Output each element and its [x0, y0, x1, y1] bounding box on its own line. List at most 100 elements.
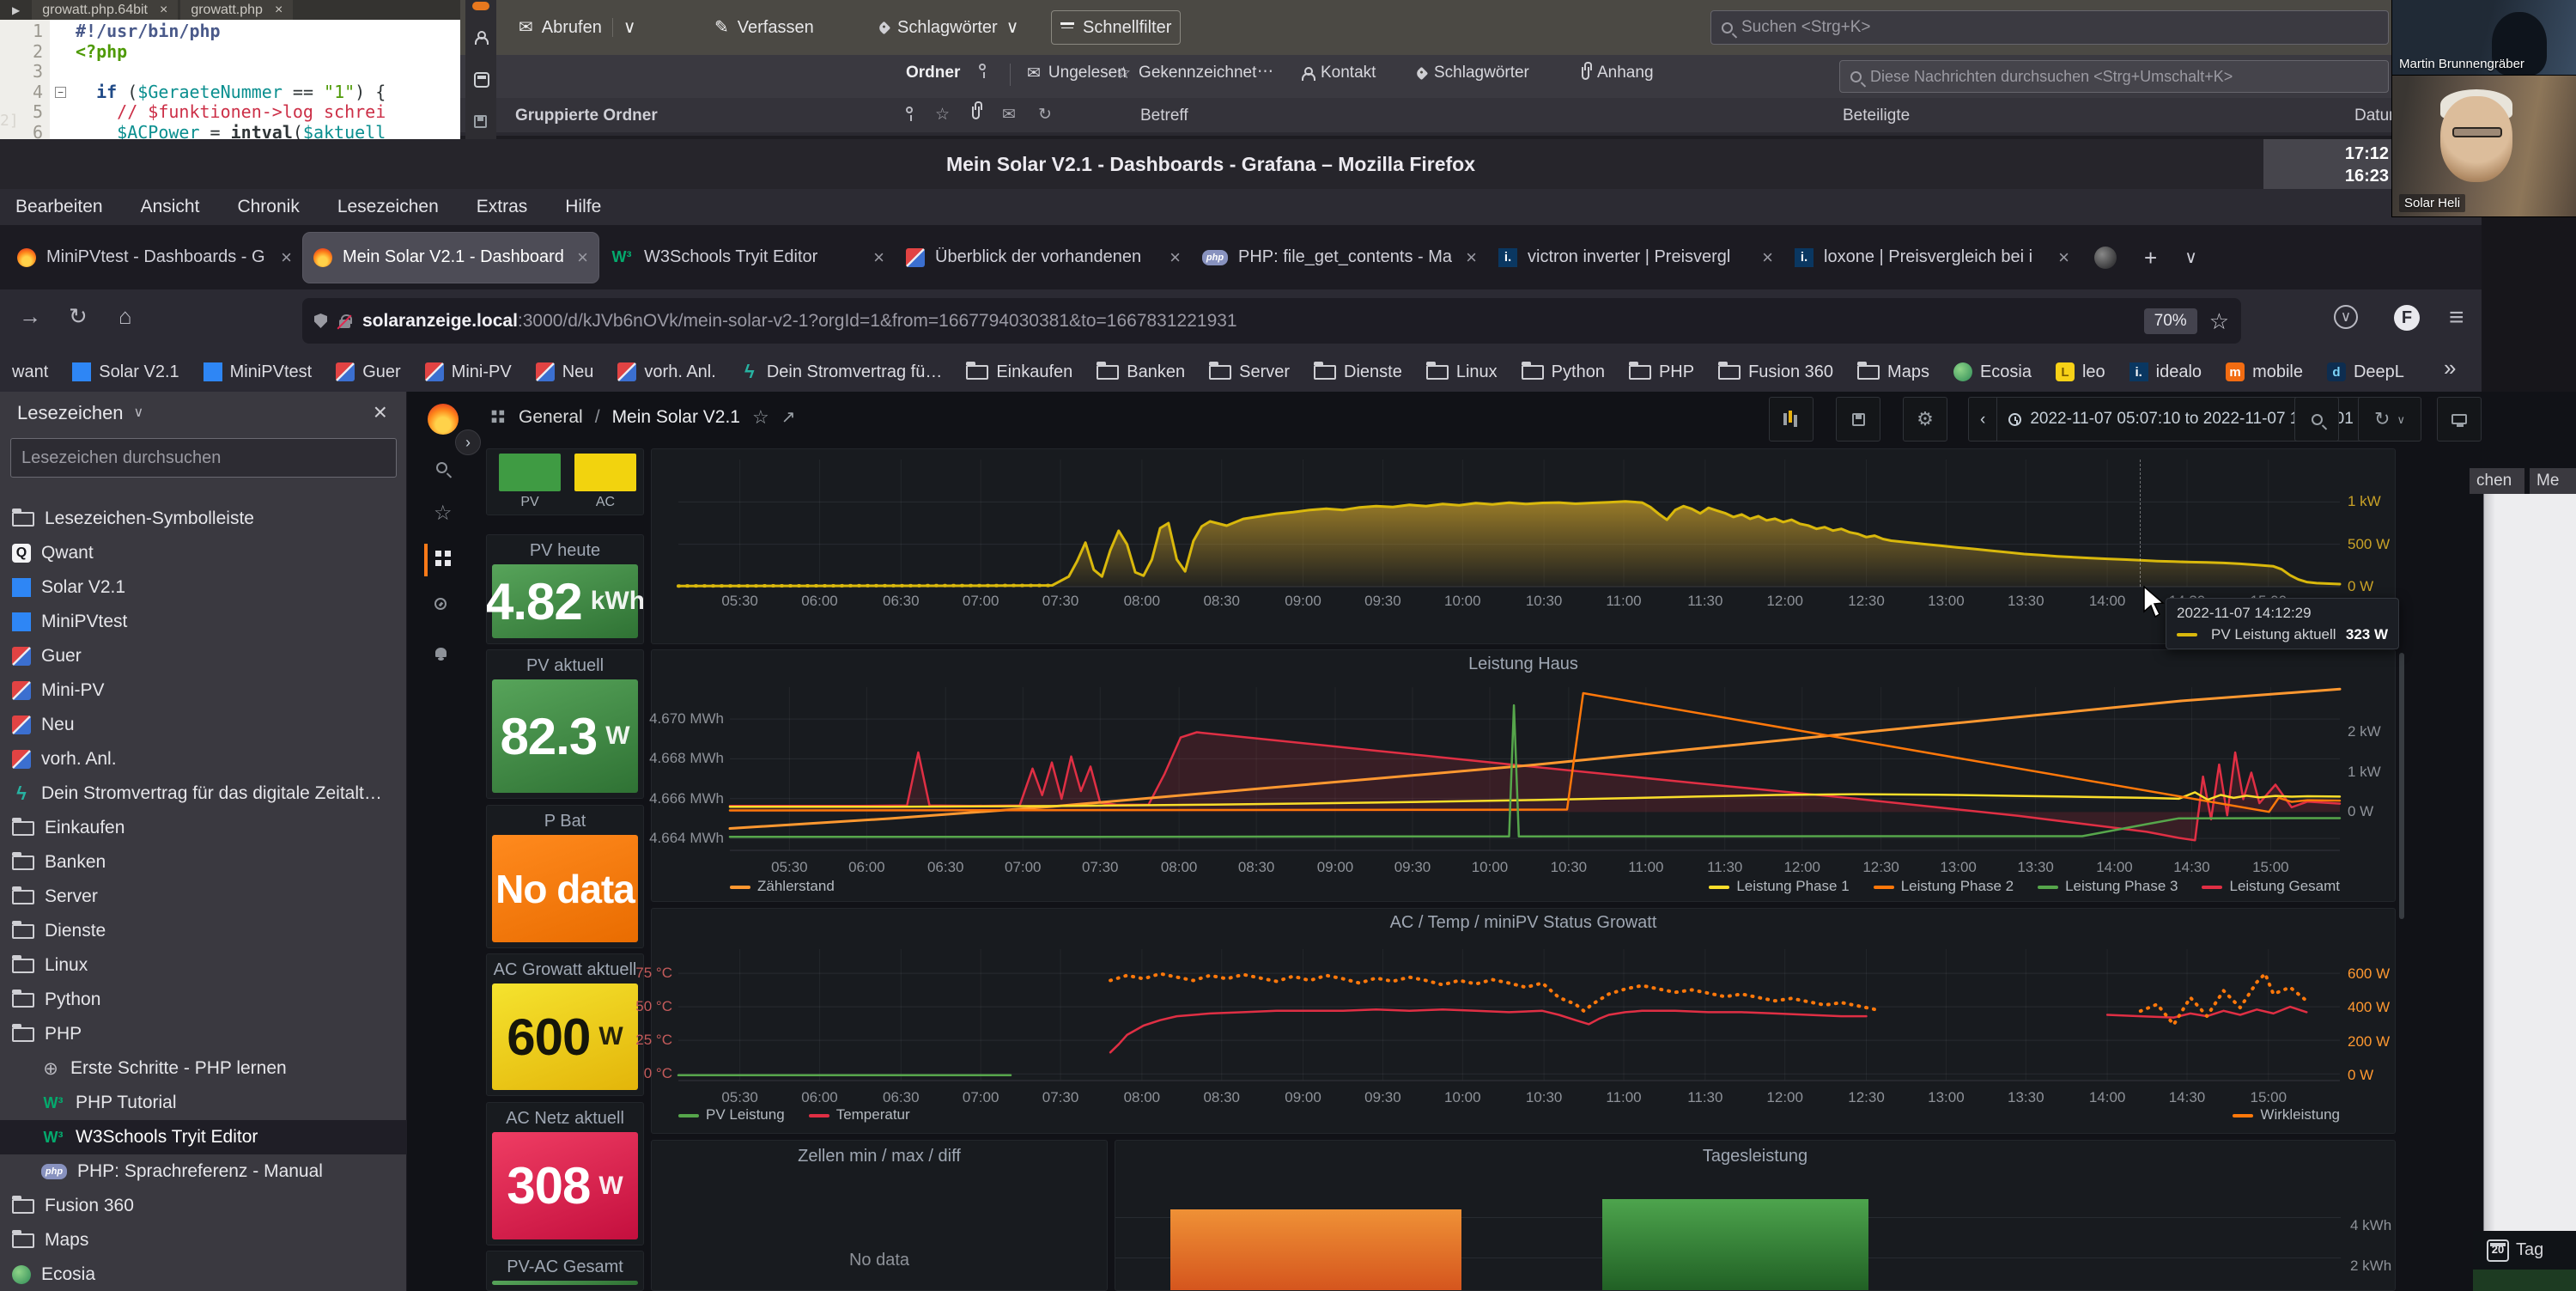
- url-text[interactable]: solaranzeige.local:3000/d/kJVb6nOVk/mein…: [362, 311, 2132, 332]
- reload-button[interactable]: [69, 305, 88, 327]
- save-dashboard-button[interactable]: [1836, 397, 1880, 441]
- add-panel-button[interactable]: [1769, 397, 1814, 441]
- sidebar-item[interactable]: vorh. Anl.: [0, 742, 407, 776]
- column-subject[interactable]: Betreff: [1140, 107, 1188, 125]
- sidebar-item[interactable]: Einkaufen: [0, 811, 407, 845]
- bookmark-item[interactable]: Linux: [1418, 362, 1506, 382]
- bookmark-item[interactable]: PHP: [1620, 362, 1703, 382]
- filter-unread[interactable]: Ungelesen: [1027, 64, 1127, 82]
- address-book-icon[interactable]: [474, 31, 486, 43]
- thunderbird-search-field[interactable]: Suchen <Strg+K>: [1710, 10, 2389, 45]
- sidebar-item[interactable]: PHP Tutorial: [0, 1086, 407, 1120]
- time-shift-back-icon[interactable]: [1969, 398, 1996, 441]
- bookmark-item[interactable]: Maps: [1849, 362, 1938, 382]
- legend-item[interactable]: PV Leistung: [678, 1106, 785, 1124]
- bookmark-item[interactable]: Dein Stromvertrag fü…: [732, 361, 951, 383]
- menubar-item[interactable]: Chronik: [237, 197, 299, 217]
- tab-close-icon[interactable]: [577, 248, 588, 267]
- bookmark-item[interactable]: leo: [2047, 362, 2114, 382]
- bookmark-item[interactable]: vorh. Anl.: [609, 362, 724, 382]
- tracking-protection-shield-icon[interactable]: [314, 314, 327, 328]
- bookmark-item[interactable]: idealo: [2121, 362, 2210, 382]
- bookmark-item[interactable]: DeepL: [2318, 362, 2413, 382]
- tasks-icon[interactable]: [474, 115, 487, 128]
- window-titlebar[interactable]: Mein Solar V2.1 - Dashboards - Grafana –…: [0, 139, 2576, 189]
- editor-tab[interactable]: growatt.php.64bit: [32, 0, 178, 20]
- menubar-item[interactable]: Bearbeiten: [15, 197, 103, 217]
- sidebar-item[interactable]: Qwant: [0, 536, 407, 570]
- browser-tab[interactable]: MiniPVtest - Dashboards - G: [7, 233, 302, 283]
- bookmark-item[interactable]: Guer: [327, 362, 409, 382]
- tab-close-icon[interactable]: [873, 248, 884, 267]
- bookmarks-overflow-icon[interactable]: [2444, 356, 2456, 379]
- insecure-lock-icon[interactable]: [339, 320, 350, 328]
- sidebar-item[interactable]: Lesezeichen-Symbolleiste: [0, 502, 407, 536]
- grafana-alerts-icon[interactable]: [435, 648, 447, 657]
- tab-close-icon[interactable]: [2058, 248, 2069, 267]
- stat-panel[interactable]: PV aktuell82.3W: [486, 649, 644, 799]
- sidebar-item[interactable]: Linux: [0, 948, 407, 983]
- browser-tab[interactable]: victron inverter | Preisvergl: [1488, 233, 1783, 283]
- sidebar-item[interactable]: Erste Schritte - PHP lernen: [0, 1051, 407, 1086]
- bookmark-item[interactable]: Python: [1513, 362, 1613, 382]
- stat-panel[interactable]: PV-AC Gesamt: [486, 1251, 644, 1291]
- menubar-item[interactable]: Ansicht: [141, 197, 200, 217]
- new-tab-button[interactable]: [2144, 247, 2157, 269]
- home-button[interactable]: [118, 305, 132, 327]
- browser-tab[interactable]: Überblick der vorhandenen: [896, 233, 1191, 283]
- tagesleistung-panel[interactable]: Tagesleistung 4 kWh2 kWh: [1115, 1140, 2396, 1291]
- zellen-panel[interactable]: Zellen min / max / diff No data: [651, 1140, 1108, 1291]
- bookmark-item[interactable]: MiniPVtest: [195, 362, 321, 382]
- bookmark-item[interactable]: Fusion 360: [1710, 362, 1842, 382]
- bookmark-item[interactable]: Ecosia: [1945, 362, 2040, 382]
- legend-item[interactable]: Leistung Phase 3: [2038, 878, 2178, 895]
- column-correspondents[interactable]: Beteiligte: [1843, 107, 1910, 125]
- compose-button[interactable]: Verfassen: [706, 10, 823, 45]
- bookmark-item[interactable]: Einkaufen: [957, 362, 1081, 382]
- menubar-item[interactable]: Extras: [477, 197, 528, 217]
- legend-entry[interactable]: PV: [499, 454, 561, 510]
- sidebar-item[interactable]: Neu: [0, 708, 407, 742]
- dashboard-title[interactable]: Mein Solar V2.1: [612, 407, 740, 428]
- browser-tab[interactable]: PHP: file_get_contents - Ma: [1192, 233, 1487, 283]
- browser-tab[interactable]: loxone | Preisvergleich bei i: [1784, 233, 2080, 283]
- sidebar-item[interactable]: Ecosia: [0, 1258, 407, 1291]
- stat-panel[interactable]: P BatNo data: [486, 805, 644, 948]
- tab-close-icon[interactable]: [281, 248, 292, 267]
- menubar-item[interactable]: Hilfe: [565, 197, 601, 217]
- pin-icon[interactable]: [979, 64, 986, 70]
- editor-tab[interactable]: growatt.php: [180, 0, 293, 20]
- code-fold-icon[interactable]: −: [55, 87, 66, 98]
- folder-pane-options-icon[interactable]: [1257, 64, 1273, 80]
- tab-close-icon[interactable]: [1170, 248, 1181, 267]
- sidebar-item[interactable]: Mini-PV: [0, 673, 407, 708]
- filter-tags[interactable]: Schlagwörter: [1417, 64, 1529, 82]
- share-dashboard-icon[interactable]: [781, 409, 796, 426]
- favorite-dashboard-icon[interactable]: [752, 408, 769, 427]
- sidebar-item[interactable]: Banken: [0, 845, 407, 880]
- zoom-out-time-button[interactable]: [2294, 397, 2339, 441]
- sidebar-item[interactable]: Solar V2.1: [0, 570, 407, 605]
- grouped-folders-label[interactable]: Gruppierte Ordner: [515, 107, 658, 125]
- bookmark-item[interactable]: want: [3, 362, 57, 382]
- grafana-search-icon[interactable]: [436, 462, 447, 473]
- sidebar-header[interactable]: Lesezeichen: [17, 402, 143, 424]
- bookmark-item[interactable]: Solar V2.1: [64, 362, 187, 382]
- bookmark-item[interactable]: Mini-PV: [416, 362, 520, 382]
- refresh-interval-icon[interactable]: [2397, 414, 2405, 425]
- sidebar-expand-icon[interactable]: [455, 429, 481, 455]
- bookmark-item[interactable]: Dienste: [1305, 362, 1411, 382]
- sidebar-close-icon[interactable]: [374, 400, 387, 424]
- sidebar-item[interactable]: PHP: Sprachreferenz - Manual: [0, 1154, 407, 1189]
- grafana-explore-icon[interactable]: [434, 598, 447, 610]
- tab-close-icon[interactable]: [160, 3, 167, 17]
- background-window[interactable]: [2483, 494, 2576, 1231]
- hamburger-menu-icon[interactable]: [2449, 305, 2464, 331]
- tab-close-icon[interactable]: [1466, 248, 1477, 267]
- filter-contact[interactable]: Kontakt: [1301, 64, 1376, 82]
- sidebar-item[interactable]: Python: [0, 983, 407, 1017]
- grafana-favorites-icon[interactable]: [434, 503, 453, 524]
- kiosk-mode-button[interactable]: [2437, 397, 2482, 441]
- legend-item[interactable]: Temperatur: [809, 1106, 910, 1124]
- get-mail-button[interactable]: Abrufen: [510, 10, 644, 45]
